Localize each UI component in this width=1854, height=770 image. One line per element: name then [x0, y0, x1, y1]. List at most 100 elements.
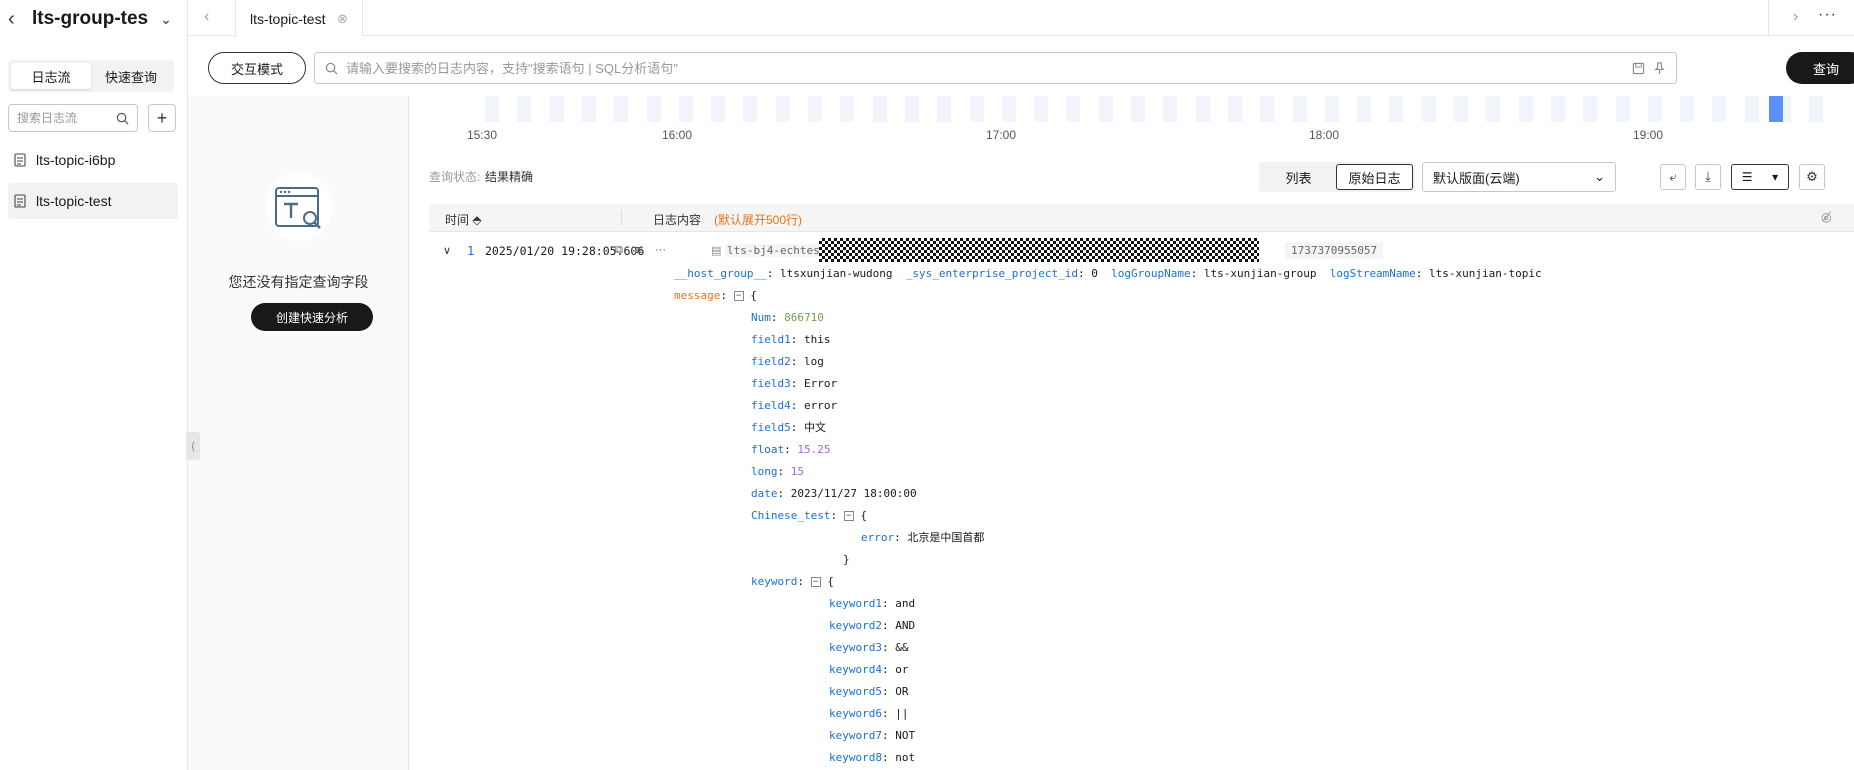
- histogram-bar[interactable]: [1389, 96, 1404, 122]
- histogram-bar[interactable]: [517, 96, 532, 122]
- field-value[interactable]: 北京是中国首都: [907, 531, 984, 544]
- field-key[interactable]: error: [861, 531, 894, 544]
- histogram-bar[interactable]: [1292, 96, 1307, 122]
- field-key[interactable]: keyword5: [829, 685, 882, 698]
- field-key[interactable]: keyword7: [829, 729, 882, 742]
- histogram-bar[interactable]: [1712, 96, 1727, 122]
- expand-chevron-icon[interactable]: ∨: [443, 244, 451, 257]
- wrap-toggle-button[interactable]: ⤶: [1660, 164, 1686, 190]
- chevron-down-icon[interactable]: ⌄: [160, 11, 172, 28]
- histogram-bar[interactable]: [1680, 96, 1695, 122]
- histogram-bar[interactable]: [1647, 96, 1662, 122]
- sidebar-item-stream-active[interactable]: lts-topic-test: [8, 183, 178, 219]
- chevron-left-icon[interactable]: ‹: [204, 8, 209, 26]
- histogram-bar[interactable]: [1227, 96, 1242, 122]
- histogram-bar[interactable]: [1809, 96, 1824, 122]
- histogram-bar[interactable]: [1163, 96, 1178, 122]
- collapse-toggle-icon[interactable]: −: [843, 511, 854, 521]
- tab-log-streams[interactable]: 日志流: [11, 63, 91, 89]
- back-arrow-icon[interactable]: ‹: [8, 8, 24, 31]
- save-icon[interactable]: [1632, 62, 1645, 75]
- field-key[interactable]: Num: [751, 311, 771, 324]
- histogram-bar[interactable]: [904, 96, 919, 122]
- field-key[interactable]: date: [751, 487, 778, 500]
- histogram-bar[interactable]: [1744, 96, 1759, 122]
- histogram-bar[interactable]: [1195, 96, 1210, 122]
- field-value[interactable]: 15.25: [797, 443, 830, 456]
- histogram-bar[interactable]: [581, 96, 596, 122]
- field-key[interactable]: keyword6: [829, 707, 882, 720]
- histogram-bar[interactable]: [485, 96, 499, 122]
- histogram-bar[interactable]: [969, 96, 984, 122]
- histogram-bar[interactable]: [711, 96, 726, 122]
- histogram-bar[interactable]: [1550, 96, 1565, 122]
- field-value[interactable]: AND: [895, 619, 915, 632]
- histogram-bar[interactable]: [937, 96, 952, 122]
- field-value[interactable]: 15: [791, 465, 804, 478]
- field-value[interactable]: error: [804, 399, 837, 412]
- field-key[interactable]: Chinese_test: [751, 509, 830, 522]
- hide-icon[interactable]: ◎̸: [1821, 210, 1831, 224]
- field-key[interactable]: long: [751, 465, 778, 478]
- field-key[interactable]: keyword3: [829, 641, 882, 654]
- field-key[interactable]: keyword: [751, 575, 797, 588]
- histogram-bar-active[interactable]: [1769, 96, 1783, 122]
- field-key[interactable]: field2: [751, 355, 791, 368]
- field-value[interactable]: lts-xunjian-topic: [1429, 267, 1542, 280]
- field-key[interactable]: logStreamName: [1330, 267, 1416, 280]
- field-value[interactable]: 0: [1091, 267, 1098, 280]
- field-key[interactable]: message: [674, 289, 720, 302]
- field-value[interactable]: not: [895, 751, 915, 764]
- field-key[interactable]: field3: [751, 377, 791, 390]
- column-header-time[interactable]: 时间 ⬘: [445, 211, 482, 228]
- field-value[interactable]: &&: [895, 641, 908, 654]
- histogram-bar[interactable]: [1454, 96, 1468, 122]
- collapse-toggle-icon[interactable]: −: [810, 577, 821, 587]
- tab-quick-query[interactable]: 快速查询: [91, 63, 171, 89]
- histogram-bar[interactable]: [775, 96, 790, 122]
- field-key[interactable]: _sys_enterprise_project_id: [906, 267, 1078, 280]
- field-value[interactable]: ||: [895, 707, 908, 720]
- more-icon[interactable]: ···: [655, 244, 666, 256]
- field-key[interactable]: logGroupName: [1111, 267, 1190, 280]
- field-value[interactable]: log: [804, 355, 824, 368]
- histogram-bar[interactable]: [1486, 96, 1501, 122]
- histogram-bar[interactable]: [614, 96, 629, 122]
- line-settings-button[interactable]: ☰ ▾: [1731, 164, 1789, 190]
- field-value[interactable]: OR: [895, 685, 908, 698]
- sort-icon[interactable]: ⬘: [472, 213, 481, 227]
- histogram-bar[interactable]: [1518, 96, 1533, 122]
- column-divider[interactable]: [621, 210, 622, 226]
- histogram-bar[interactable]: [549, 96, 564, 122]
- chevron-right-icon[interactable]: ›: [1793, 8, 1798, 26]
- interactive-mode-button[interactable]: 交互模式: [208, 52, 306, 84]
- field-key[interactable]: field1: [751, 333, 791, 346]
- add-stream-button[interactable]: +: [148, 104, 176, 132]
- field-key[interactable]: float: [751, 443, 784, 456]
- download-button[interactable]: ⤓: [1695, 164, 1721, 190]
- more-icon[interactable]: ···: [1818, 6, 1837, 24]
- field-value[interactable]: or: [895, 663, 908, 676]
- histogram-bar[interactable]: [743, 96, 758, 122]
- field-key[interactable]: keyword1: [829, 597, 882, 610]
- histogram-bar[interactable]: [678, 96, 693, 122]
- create-quick-analysis-button[interactable]: 创建快速分析: [251, 303, 373, 331]
- histogram-bar[interactable]: [646, 96, 661, 122]
- view-mode-list[interactable]: 列表: [1261, 164, 1336, 190]
- log-histogram[interactable]: [449, 96, 1824, 122]
- search-icon[interactable]: [116, 112, 129, 125]
- field-key[interactable]: __host_group__: [674, 267, 767, 280]
- field-value[interactable]: ltsxunjian-wudong: [780, 267, 893, 280]
- tab-active-stream[interactable]: lts-topic-test ⊗: [235, 0, 363, 37]
- histogram-bar[interactable]: [1131, 96, 1145, 122]
- query-input[interactable]: [346, 60, 1624, 76]
- field-key[interactable]: keyword8: [829, 751, 882, 764]
- field-value[interactable]: and: [895, 597, 915, 610]
- collapse-toggle-icon[interactable]: −: [733, 291, 744, 301]
- field-key[interactable]: keyword2: [829, 619, 882, 632]
- collapse-panel-handle[interactable]: ⟨: [186, 432, 200, 460]
- histogram-bar[interactable]: [1260, 96, 1275, 122]
- histogram-bar[interactable]: [1357, 96, 1372, 122]
- field-value[interactable]: 2023/11/27 18:00:00: [791, 487, 917, 500]
- copy-icon[interactable]: ⧉: [615, 244, 623, 257]
